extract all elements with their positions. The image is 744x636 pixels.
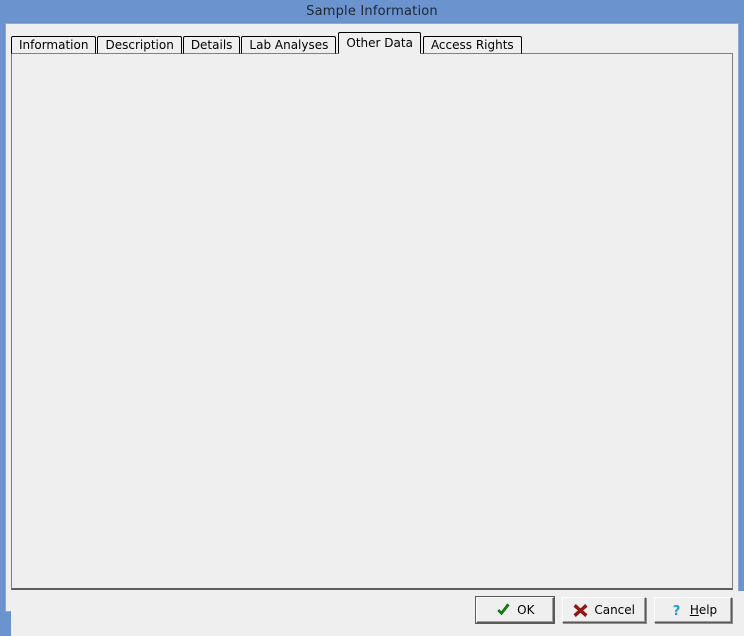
help-button[interactable]: ? Help (654, 597, 732, 623)
svg-text:?: ? (673, 604, 681, 618)
help-label-rest: elp (699, 603, 717, 617)
ok-button[interactable]: OK (476, 597, 554, 623)
dialog-button-bar: OK Cancel ? Help (11, 591, 744, 636)
cancel-button[interactable]: Cancel (562, 597, 646, 623)
tab-details[interactable]: Details (183, 36, 241, 54)
tab-label: Access Rights (431, 39, 514, 51)
help-accel-letter: H (690, 603, 699, 617)
help-button-label: Help (690, 604, 717, 616)
tab-label: Description (105, 39, 173, 51)
tab-information[interactable]: Information (11, 36, 96, 54)
tab-page-other-data (11, 53, 733, 590)
window-client-area: Information Description Details Lab Anal… (5, 23, 739, 612)
x-icon (573, 603, 588, 618)
sample-information-window: Sample Information Information Descripti… (0, 0, 744, 617)
window-titlebar: Sample Information (0, 0, 744, 23)
tab-label: Information (19, 39, 88, 51)
tab-access-rights[interactable]: Access Rights (423, 36, 522, 54)
cancel-button-label: Cancel (594, 604, 635, 616)
tab-label: Lab Analyses (249, 39, 328, 51)
tab-other-data[interactable]: Other Data (338, 32, 421, 54)
window-title: Sample Information (306, 4, 438, 19)
tab-strip: Information Description Details Lab Anal… (11, 32, 523, 54)
question-icon: ? (669, 603, 684, 618)
button-row: OK Cancel ? Help (476, 597, 732, 623)
ok-button-label: OK (517, 604, 534, 616)
check-icon (496, 603, 511, 618)
tab-label: Other Data (346, 37, 413, 49)
tab-label: Details (191, 39, 233, 51)
tab-lab-analyses[interactable]: Lab Analyses (241, 36, 336, 54)
tab-description[interactable]: Description (97, 36, 181, 54)
